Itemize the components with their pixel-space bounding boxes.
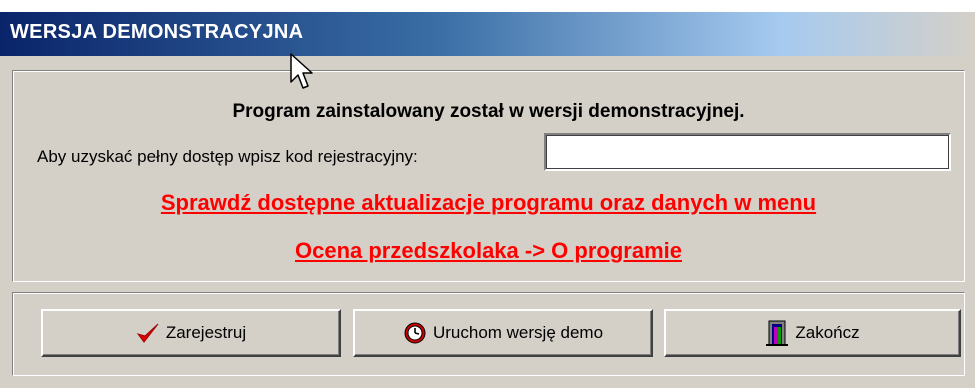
- register-button[interactable]: Zarejestruj: [41, 309, 341, 357]
- exit-button-label: Zakończ: [795, 323, 860, 342]
- registration-code-input[interactable]: [544, 133, 951, 171]
- title-bar[interactable]: WERSJA DEMONSTRACYJNA: [0, 12, 975, 56]
- window-title: WERSJA DEMONSTRACYJNA: [10, 21, 304, 43]
- demo-version-dialog: WERSJA DEMONSTRACYJNA Program zainstalow…: [0, 12, 975, 388]
- update-info-link-line2[interactable]: Ocena przedszkolaka -> O programie: [13, 238, 964, 264]
- demo-notice-heading: Program zainstalowany został w wersji de…: [232, 101, 745, 122]
- run-demo-button[interactable]: Uruchom wersję demo: [353, 309, 653, 357]
- button-panel: Zarejestruj Uruchom wersję demo Zakończ: [12, 292, 965, 376]
- run-demo-button-label: Uruchom wersję demo: [432, 323, 604, 342]
- registration-panel: Program zainstalowany został w wersji de…: [12, 70, 965, 282]
- door-exit-icon: [765, 319, 789, 347]
- clock-icon: [403, 321, 427, 345]
- registration-code-label: Aby uzyskać pełny dostęp wpisz kod rejes…: [37, 147, 418, 166]
- mouse-pointer-icon: [289, 52, 315, 96]
- update-info-link-line1[interactable]: Sprawdź dostępne aktualizacje programu o…: [13, 190, 964, 216]
- register-button-label: Zarejestruj: [165, 323, 247, 342]
- checkmark-icon: [136, 322, 160, 344]
- exit-button[interactable]: Zakończ: [664, 309, 961, 357]
